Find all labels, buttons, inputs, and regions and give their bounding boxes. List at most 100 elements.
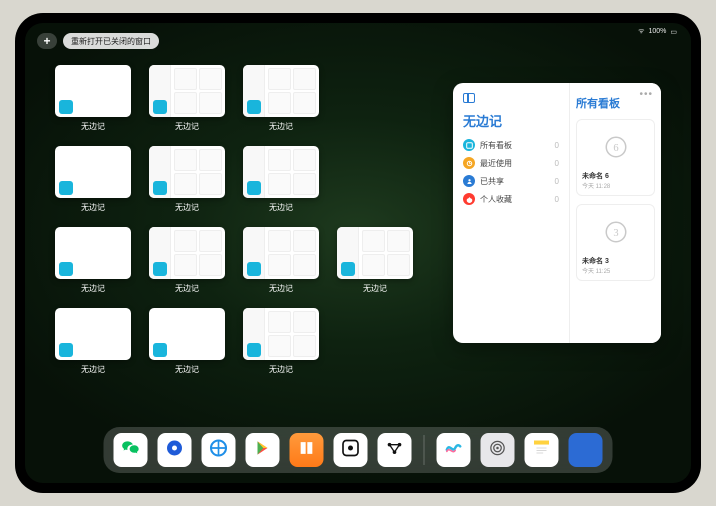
- window-tile[interactable]: 无边记: [149, 146, 225, 213]
- window-thumbnail[interactable]: [55, 308, 131, 360]
- more-icon[interactable]: •••: [639, 89, 653, 100]
- sidebar-item-label: 最近使用: [480, 158, 512, 169]
- plus-icon: +: [43, 34, 50, 48]
- sidebar-item-label: 已共享: [480, 176, 504, 187]
- sidebar-item-count: 0: [555, 159, 559, 168]
- battery-icon: ▭: [670, 28, 677, 36]
- browser-icon: [209, 438, 229, 463]
- sidebar-item-label: 个人收藏: [480, 194, 512, 205]
- window-tile[interactable]: 无边记: [149, 65, 225, 132]
- dock-app-app-folder[interactable]: [569, 433, 603, 467]
- notes-icon: [532, 438, 552, 463]
- window-tile-label: 无边记: [81, 283, 105, 294]
- window-thumbnail[interactable]: [337, 227, 413, 279]
- window-tile[interactable]: 无边记: [55, 146, 131, 213]
- window-tile[interactable]: 无边记: [55, 65, 131, 132]
- window-tile-label: 无边记: [81, 121, 105, 132]
- window-thumbnail[interactable]: [55, 146, 131, 198]
- panel-main: ••• 所有看板 6未命名 6今天 11:283未命名 3今天 11:25: [569, 83, 661, 343]
- dock-app-camera[interactable]: [334, 433, 368, 467]
- window-thumbnail[interactable]: [243, 227, 319, 279]
- window-tile-label: 无边记: [269, 283, 293, 294]
- status-bar: ᯤ 100% ▭: [638, 27, 677, 36]
- board-thumbnail: 3: [582, 210, 649, 254]
- play-icon: [253, 438, 273, 463]
- board-card[interactable]: 3 未命名 3今天 11:25: [576, 204, 655, 281]
- dock-app-freeform[interactable]: [437, 433, 471, 467]
- camera-icon: [341, 438, 361, 463]
- reopen-label: 重新打开已关闭的窗口: [71, 36, 151, 47]
- sidebar-item-icon: [463, 139, 475, 151]
- board-time: 今天 11:25: [582, 266, 649, 275]
- music-icon: [165, 438, 185, 463]
- freeform-icon: [444, 438, 464, 463]
- wifi-icon: ᯤ: [638, 27, 644, 36]
- window-thumbnail[interactable]: [149, 65, 225, 117]
- window-thumbnail[interactable]: [149, 146, 225, 198]
- window-tile[interactable]: 无边记: [243, 65, 319, 132]
- window-thumbnail[interactable]: [243, 65, 319, 117]
- panel-title: 无边记: [463, 111, 559, 130]
- window-tile[interactable]: 无边记: [243, 227, 319, 294]
- window-tile[interactable]: 无边记: [243, 146, 319, 213]
- window-thumbnail[interactable]: [55, 65, 131, 117]
- window-tile[interactable]: 无边记: [55, 227, 131, 294]
- window-tile-label: 无边记: [81, 364, 105, 375]
- sidebar-toggle-icon[interactable]: [463, 93, 475, 103]
- graph-icon: [385, 438, 405, 463]
- sidebar-item-icon: [463, 157, 475, 169]
- add-button[interactable]: +: [37, 33, 57, 49]
- dock-app-books[interactable]: [290, 433, 324, 467]
- window-thumbnail[interactable]: [55, 227, 131, 279]
- freeform-panel[interactable]: 无边记 所有看板 0 最近使用 0 已共享 0 个人收藏 0 ••• 所有看板 6 未命名 6 今…: [453, 83, 661, 343]
- window-thumbnail[interactable]: [149, 308, 225, 360]
- window-tile-label: 无边记: [175, 202, 199, 213]
- board-card[interactable]: 6未命名 6今天 11:28: [576, 119, 655, 196]
- sidebar-item[interactable]: 所有看板 0: [463, 136, 559, 154]
- sidebar-item[interactable]: 已共享 0: [463, 172, 559, 190]
- dock-app-music[interactable]: [158, 433, 192, 467]
- ipad-frame: ᯤ 100% ▭ + 重新打开已关闭的窗口 无边记无边记无边记无边记无边记无边记…: [15, 13, 701, 493]
- svg-text:6: 6: [613, 143, 618, 154]
- dock-app-graph[interactable]: [378, 433, 412, 467]
- window-tile[interactable]: 无边记: [149, 227, 225, 294]
- board-name: 未命名 6: [582, 171, 649, 181]
- dock-app-wechat[interactable]: [114, 433, 148, 467]
- window-tile-label: 无边记: [269, 202, 293, 213]
- window-tile-label: 无边记: [175, 121, 199, 132]
- dock-app-browser[interactable]: [202, 433, 236, 467]
- panel-sidebar: 无边记 所有看板 0 最近使用 0 已共享 0 个人收藏 0: [453, 83, 569, 343]
- window-tile-label: 无边记: [269, 364, 293, 375]
- battery-label: 100%: [648, 28, 666, 35]
- window-thumbnail[interactable]: [243, 308, 319, 360]
- window-tile-label: 无边记: [363, 283, 387, 294]
- window-tile[interactable]: 无边记: [55, 308, 131, 375]
- top-controls: + 重新打开已关闭的窗口: [37, 33, 159, 49]
- sidebar-item-count: 0: [555, 195, 559, 204]
- window-thumbnail[interactable]: [243, 146, 319, 198]
- sidebar-item-icon: [463, 193, 475, 205]
- sidebar-item-count: 0: [555, 141, 559, 150]
- window-thumbnail[interactable]: [149, 227, 225, 279]
- sidebar-item-count: 0: [555, 177, 559, 186]
- sidebar-item[interactable]: 最近使用 0: [463, 154, 559, 172]
- window-tile[interactable]: 无边记: [243, 308, 319, 375]
- dock-separator: [424, 435, 425, 465]
- books-icon: [297, 438, 317, 463]
- svg-text:3: 3: [613, 228, 618, 239]
- screen: ᯤ 100% ▭ + 重新打开已关闭的窗口 无边记无边记无边记无边记无边记无边记…: [25, 23, 691, 483]
- window-tile-label: 无边记: [81, 202, 105, 213]
- sidebar-item-icon: [463, 175, 475, 187]
- dock-app-play[interactable]: [246, 433, 280, 467]
- dock-app-notes[interactable]: [525, 433, 559, 467]
- board-name: 未命名 3: [582, 256, 649, 266]
- window-switcher-grid: 无边记无边记无边记无边记无边记无边记无边记无边记无边记无边记无边记无边记无边记: [55, 65, 413, 375]
- dock-app-settings[interactable]: [481, 433, 515, 467]
- sidebar-item-label: 所有看板: [480, 140, 512, 151]
- reopen-closed-window-button[interactable]: 重新打开已关闭的窗口: [63, 33, 159, 49]
- sidebar-item[interactable]: 个人收藏 0: [463, 190, 559, 208]
- settings-icon: [488, 438, 508, 463]
- window-tile[interactable]: 无边记: [337, 227, 413, 294]
- window-tile[interactable]: 无边记: [149, 308, 225, 375]
- board-thumbnail: 6: [582, 125, 649, 169]
